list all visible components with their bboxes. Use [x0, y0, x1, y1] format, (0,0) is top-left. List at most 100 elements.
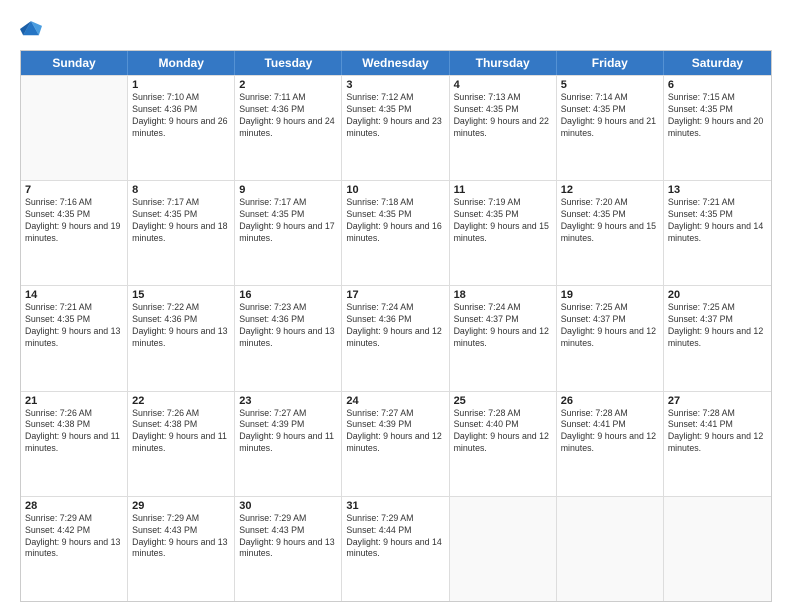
day-number: 16	[239, 289, 337, 301]
cal-cell: 11Sunrise: 7:19 AMSunset: 4:35 PMDayligh…	[450, 181, 557, 285]
header	[20, 18, 772, 40]
cell-info: Sunrise: 7:20 AMSunset: 4:35 PMDaylight:…	[561, 197, 656, 243]
logo	[20, 18, 46, 40]
cal-cell: 26Sunrise: 7:28 AMSunset: 4:41 PMDayligh…	[557, 392, 664, 496]
cal-cell: 27Sunrise: 7:28 AMSunset: 4:41 PMDayligh…	[664, 392, 771, 496]
day-number: 26	[561, 395, 659, 407]
cell-info: Sunrise: 7:29 AMSunset: 4:44 PMDaylight:…	[346, 513, 441, 559]
cal-cell: 19Sunrise: 7:25 AMSunset: 4:37 PMDayligh…	[557, 286, 664, 390]
day-number: 22	[132, 395, 230, 407]
cell-info: Sunrise: 7:22 AMSunset: 4:36 PMDaylight:…	[132, 302, 227, 348]
cal-cell: 7Sunrise: 7:16 AMSunset: 4:35 PMDaylight…	[21, 181, 128, 285]
cell-info: Sunrise: 7:27 AMSunset: 4:39 PMDaylight:…	[239, 408, 334, 454]
day-number: 2	[239, 79, 337, 91]
cell-info: Sunrise: 7:28 AMSunset: 4:41 PMDaylight:…	[668, 408, 763, 454]
cal-cell: 12Sunrise: 7:20 AMSunset: 4:35 PMDayligh…	[557, 181, 664, 285]
day-number: 18	[454, 289, 552, 301]
cell-info: Sunrise: 7:29 AMSunset: 4:43 PMDaylight:…	[132, 513, 227, 559]
cell-info: Sunrise: 7:24 AMSunset: 4:36 PMDaylight:…	[346, 302, 441, 348]
day-number: 15	[132, 289, 230, 301]
cal-cell: 18Sunrise: 7:24 AMSunset: 4:37 PMDayligh…	[450, 286, 557, 390]
cal-cell: 29Sunrise: 7:29 AMSunset: 4:43 PMDayligh…	[128, 497, 235, 601]
cell-info: Sunrise: 7:26 AMSunset: 4:38 PMDaylight:…	[132, 408, 227, 454]
calendar-header: Sunday Monday Tuesday Wednesday Thursday…	[21, 51, 771, 75]
header-wednesday: Wednesday	[342, 51, 449, 75]
day-number: 28	[25, 500, 123, 512]
header-tuesday: Tuesday	[235, 51, 342, 75]
day-number: 9	[239, 184, 337, 196]
day-number: 7	[25, 184, 123, 196]
header-monday: Monday	[128, 51, 235, 75]
cal-cell: 8Sunrise: 7:17 AMSunset: 4:35 PMDaylight…	[128, 181, 235, 285]
cell-info: Sunrise: 7:17 AMSunset: 4:35 PMDaylight:…	[132, 197, 227, 243]
week-row-1: 1Sunrise: 7:10 AMSunset: 4:36 PMDaylight…	[21, 75, 771, 180]
cal-cell: 15Sunrise: 7:22 AMSunset: 4:36 PMDayligh…	[128, 286, 235, 390]
calendar: Sunday Monday Tuesday Wednesday Thursday…	[20, 50, 772, 602]
day-number: 12	[561, 184, 659, 196]
cell-info: Sunrise: 7:21 AMSunset: 4:35 PMDaylight:…	[668, 197, 763, 243]
cal-cell	[450, 497, 557, 601]
cell-info: Sunrise: 7:16 AMSunset: 4:35 PMDaylight:…	[25, 197, 120, 243]
cell-info: Sunrise: 7:24 AMSunset: 4:37 PMDaylight:…	[454, 302, 549, 348]
day-number: 25	[454, 395, 552, 407]
cell-info: Sunrise: 7:12 AMSunset: 4:35 PMDaylight:…	[346, 92, 441, 138]
cal-cell	[557, 497, 664, 601]
cell-info: Sunrise: 7:21 AMSunset: 4:35 PMDaylight:…	[25, 302, 120, 348]
day-number: 8	[132, 184, 230, 196]
day-number: 23	[239, 395, 337, 407]
cell-info: Sunrise: 7:25 AMSunset: 4:37 PMDaylight:…	[668, 302, 763, 348]
cal-cell: 13Sunrise: 7:21 AMSunset: 4:35 PMDayligh…	[664, 181, 771, 285]
cal-cell: 17Sunrise: 7:24 AMSunset: 4:36 PMDayligh…	[342, 286, 449, 390]
day-number: 3	[346, 79, 444, 91]
cell-info: Sunrise: 7:28 AMSunset: 4:40 PMDaylight:…	[454, 408, 549, 454]
day-number: 1	[132, 79, 230, 91]
cal-cell: 3Sunrise: 7:12 AMSunset: 4:35 PMDaylight…	[342, 76, 449, 180]
cal-cell: 28Sunrise: 7:29 AMSunset: 4:42 PMDayligh…	[21, 497, 128, 601]
day-number: 5	[561, 79, 659, 91]
cell-info: Sunrise: 7:14 AMSunset: 4:35 PMDaylight:…	[561, 92, 656, 138]
cal-cell: 6Sunrise: 7:15 AMSunset: 4:35 PMDaylight…	[664, 76, 771, 180]
day-number: 17	[346, 289, 444, 301]
week-row-3: 14Sunrise: 7:21 AMSunset: 4:35 PMDayligh…	[21, 285, 771, 390]
cell-info: Sunrise: 7:29 AMSunset: 4:43 PMDaylight:…	[239, 513, 334, 559]
header-friday: Friday	[557, 51, 664, 75]
day-number: 13	[668, 184, 767, 196]
cal-cell: 1Sunrise: 7:10 AMSunset: 4:36 PMDaylight…	[128, 76, 235, 180]
day-number: 6	[668, 79, 767, 91]
cal-cell: 10Sunrise: 7:18 AMSunset: 4:35 PMDayligh…	[342, 181, 449, 285]
header-saturday: Saturday	[664, 51, 771, 75]
cal-cell: 31Sunrise: 7:29 AMSunset: 4:44 PMDayligh…	[342, 497, 449, 601]
cell-info: Sunrise: 7:13 AMSunset: 4:35 PMDaylight:…	[454, 92, 549, 138]
day-number: 29	[132, 500, 230, 512]
cal-cell: 4Sunrise: 7:13 AMSunset: 4:35 PMDaylight…	[450, 76, 557, 180]
day-number: 24	[346, 395, 444, 407]
day-number: 21	[25, 395, 123, 407]
day-number: 11	[454, 184, 552, 196]
cal-cell	[664, 497, 771, 601]
cell-info: Sunrise: 7:18 AMSunset: 4:35 PMDaylight:…	[346, 197, 441, 243]
cal-cell: 14Sunrise: 7:21 AMSunset: 4:35 PMDayligh…	[21, 286, 128, 390]
cell-info: Sunrise: 7:15 AMSunset: 4:35 PMDaylight:…	[668, 92, 763, 138]
cell-info: Sunrise: 7:17 AMSunset: 4:35 PMDaylight:…	[239, 197, 334, 243]
cal-cell: 23Sunrise: 7:27 AMSunset: 4:39 PMDayligh…	[235, 392, 342, 496]
day-number: 10	[346, 184, 444, 196]
cal-cell: 5Sunrise: 7:14 AMSunset: 4:35 PMDaylight…	[557, 76, 664, 180]
cell-info: Sunrise: 7:25 AMSunset: 4:37 PMDaylight:…	[561, 302, 656, 348]
cal-cell: 9Sunrise: 7:17 AMSunset: 4:35 PMDaylight…	[235, 181, 342, 285]
cal-cell: 16Sunrise: 7:23 AMSunset: 4:36 PMDayligh…	[235, 286, 342, 390]
header-thursday: Thursday	[450, 51, 557, 75]
cell-info: Sunrise: 7:23 AMSunset: 4:36 PMDaylight:…	[239, 302, 334, 348]
calendar-body: 1Sunrise: 7:10 AMSunset: 4:36 PMDaylight…	[21, 75, 771, 601]
cell-info: Sunrise: 7:19 AMSunset: 4:35 PMDaylight:…	[454, 197, 549, 243]
day-number: 30	[239, 500, 337, 512]
cell-info: Sunrise: 7:29 AMSunset: 4:42 PMDaylight:…	[25, 513, 120, 559]
cell-info: Sunrise: 7:11 AMSunset: 4:36 PMDaylight:…	[239, 92, 334, 138]
page: Sunday Monday Tuesday Wednesday Thursday…	[0, 0, 792, 612]
cal-cell: 20Sunrise: 7:25 AMSunset: 4:37 PMDayligh…	[664, 286, 771, 390]
day-number: 19	[561, 289, 659, 301]
day-number: 20	[668, 289, 767, 301]
header-sunday: Sunday	[21, 51, 128, 75]
logo-icon	[20, 18, 42, 40]
cal-cell: 24Sunrise: 7:27 AMSunset: 4:39 PMDayligh…	[342, 392, 449, 496]
day-number: 27	[668, 395, 767, 407]
